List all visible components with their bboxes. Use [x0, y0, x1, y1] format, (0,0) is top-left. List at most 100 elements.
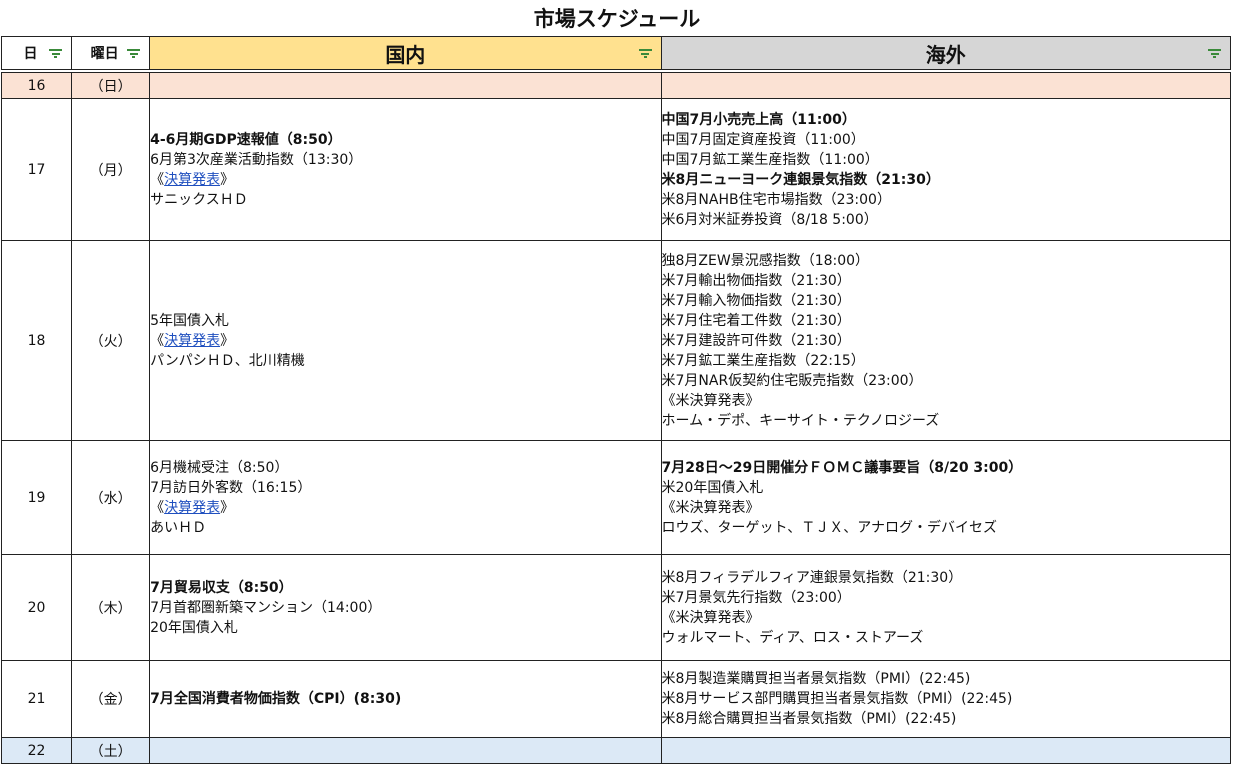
schedule-table: 日 曜日 国内 海外 16 （日） 17 （月） 4-6月期GDP速報値（8:50） 6月…: [0, 36, 1232, 764]
day-cell[interactable]: 16: [0, 72, 73, 99]
domestic-event: 7月全国消費者物価指数（CPI）(8:30): [150, 691, 402, 707]
header-weekday-label: 曜日: [90, 46, 119, 62]
earnings-link[interactable]: 決算発表: [164, 500, 220, 516]
domestic-event: 6月第3次産業活動指数（13:30）: [150, 151, 363, 168]
weekday-cell[interactable]: （水）: [71, 440, 151, 555]
domestic-event: 7月貿易収支（8:50）: [150, 579, 293, 596]
overseas-cell[interactable]: 7月28日～29日開催分ＦＯＭＣ議事要旨（8/20 3:00） 米20年国債入札《…: [660, 440, 1232, 555]
domestic-event: 4-6月期GDP速報値（8:50）: [150, 131, 342, 148]
bracket-open: 《: [150, 171, 165, 188]
filter-icon[interactable]: [127, 49, 141, 58]
domestic-cell[interactable]: 7月貿易収支（8:50） 7月首都圏新築マンション（14:00） 20年国債入札: [149, 554, 662, 661]
overseas-cell[interactable]: 米8月フィラデルフィア連銀景気指数（21:30） 米7月景気先行指数（23:00）…: [660, 554, 1232, 661]
header-domestic-label: 国内: [385, 42, 426, 67]
domestic-cell[interactable]: 6月機械受注（8:50） 7月訪日外客数（16:15） 《決算発表》 あいＨＤ: [149, 440, 662, 555]
domestic-event: 《決算発表》: [150, 331, 660, 351]
schedule-row: 16 （日）: [0, 72, 1232, 99]
overseas-event: 独8月ZEW景況感指数（18:00）: [661, 252, 870, 269]
schedule-body: 16 （日） 17 （月） 4-6月期GDP速報値（8:50） 6月第3次産業活動指数（1…: [0, 72, 1232, 764]
overseas-event: 中国7月固定資産投資（11:00）: [661, 131, 865, 148]
schedule-row: 22 （土）: [0, 737, 1232, 764]
header-weekday: 曜日: [71, 36, 151, 70]
filter-icon[interactable]: [1208, 49, 1221, 58]
earnings-link[interactable]: 決算発表: [164, 172, 220, 188]
overseas-event: 米7月景気先行指数（23:00）: [661, 589, 851, 606]
bracket-open: 《: [150, 499, 165, 516]
overseas-event: 米7月鉱工業生産指数（22:15）: [661, 352, 865, 369]
overseas-event: 米8月フィラデルフィア連銀景気指数（21:30）: [661, 569, 963, 586]
schedule-row: 17 （月） 4-6月期GDP速報値（8:50） 6月第3次産業活動指数（13:30）…: [0, 98, 1232, 241]
overseas-event: 《米決算発表》: [661, 392, 760, 409]
domestic-event: 7月首都圏新築マンション（14:00）: [150, 599, 382, 616]
overseas-event: 米7月住宅着工件数（21:30）: [661, 312, 851, 329]
overseas-event: 7月28日～29日開催分ＦＯＭＣ議事要旨（8/20 3:00）: [661, 459, 1023, 476]
overseas-event: 米8月サービス部門購買担当者景気指数（PMI）(22:45): [661, 691, 1013, 707]
day-cell[interactable]: 17: [0, 98, 73, 241]
schedule-row: 18 （火） 5年国債入札 《決算発表》 パンパシＨＤ、北川精機 独8月ZEW景況感指数（…: [0, 240, 1232, 441]
overseas-cell[interactable]: 中国7月小売売上高（11:00） 中国7月固定資産投資（11:00） 中国7月鉱工業…: [660, 98, 1232, 241]
overseas-event: 米8月ニューヨーク連銀景気指数（21:30）: [661, 171, 940, 188]
overseas-event: 米6月対米証券投資（8/18 5:00）: [661, 211, 878, 228]
domestic-event: 7月訪日外客数（16:15）: [150, 479, 312, 496]
domestic-event: 5年国債入札: [150, 312, 230, 329]
day-cell[interactable]: 22: [0, 737, 73, 764]
overseas-event: ホーム・デポ、キーサイト・テクノロジーズ: [661, 412, 940, 429]
schedule-row: 21 （金） 7月全国消費者物価指数（CPI）(8:30) 米8月製造業購買担当者景気…: [0, 660, 1232, 738]
weekday-cell[interactable]: （木）: [71, 554, 151, 661]
domestic-event: サニックスＨＤ: [150, 191, 248, 208]
domestic-event: 《決算発表》: [150, 498, 660, 518]
bracket-close: 》: [220, 499, 235, 516]
overseas-event: 米20年国債入札: [661, 479, 764, 496]
overseas-event: 中国7月鉱工業生産指数（11:00）: [661, 151, 879, 168]
day-cell[interactable]: 18: [0, 240, 73, 441]
domestic-event: 20年国債入札: [150, 619, 238, 636]
overseas-event: 《米決算発表》: [661, 499, 760, 516]
overseas-cell[interactable]: 米8月製造業購買担当者景気指数（PMI）(22:45) 米8月サービス部門購買担当…: [660, 660, 1232, 738]
domestic-cell[interactable]: [149, 72, 662, 99]
overseas-event: 米7月NAR仮契約住宅販売指数（23:00）: [661, 372, 923, 389]
weekday-cell[interactable]: （日）: [71, 72, 151, 99]
domestic-cell[interactable]: [149, 737, 662, 764]
overseas-event: 《米決算発表》: [661, 609, 760, 626]
weekday-cell[interactable]: （火）: [71, 240, 151, 441]
domestic-cell[interactable]: 4-6月期GDP速報値（8:50） 6月第3次産業活動指数（13:30） 《決算発表…: [149, 98, 662, 241]
day-cell[interactable]: 20: [0, 554, 73, 661]
domestic-cell[interactable]: 7月全国消費者物価指数（CPI）(8:30): [149, 660, 662, 738]
overseas-cell[interactable]: [660, 737, 1232, 764]
domestic-event: 6月機械受注（8:50）: [150, 459, 289, 476]
overseas-event: 米7月建設許可件数（21:30）: [661, 332, 851, 349]
bracket-close: 》: [220, 171, 235, 188]
bracket-open: 《: [150, 332, 165, 349]
overseas-event: ロウズ、ターゲット、ＴＪＸ、アナログ・デバイセズ: [661, 519, 997, 536]
header-domestic: 国内: [149, 36, 662, 70]
weekday-cell[interactable]: （月）: [71, 98, 151, 241]
domestic-event: パンパシＨＤ、北川精機: [150, 352, 305, 369]
schedule-row: 19 （水） 6月機械受注（8:50） 7月訪日外客数（16:15） 《決算発表》 あいＨ…: [0, 440, 1232, 555]
header-overseas: 海外: [660, 36, 1232, 70]
weekday-cell[interactable]: （土）: [71, 737, 151, 764]
header-day-label: 日: [23, 46, 38, 62]
overseas-event: 中国7月小売売上高（11:00）: [661, 111, 856, 128]
filter-icon[interactable]: [49, 49, 63, 58]
overseas-event: 米8月製造業購買担当者景気指数（PMI）(22:45): [661, 671, 971, 687]
bracket-close: 》: [220, 332, 235, 349]
weekday-cell[interactable]: （金）: [71, 660, 151, 738]
header-day: 日: [0, 36, 73, 70]
overseas-cell[interactable]: [660, 72, 1232, 99]
overseas-event: ウォルマート、ディア、ロス・ストアーズ: [661, 629, 924, 646]
domestic-event: あいＨＤ: [150, 519, 207, 536]
domestic-event: 《決算発表》: [150, 170, 660, 190]
overseas-event: 米7月輸出物価指数（21:30）: [661, 272, 851, 289]
overseas-event: 米7月輸入物価指数（21:30）: [661, 292, 851, 309]
header-row: 日 曜日 国内 海外: [0, 36, 1232, 70]
filter-icon[interactable]: [638, 49, 652, 58]
header-overseas-label: 海外: [925, 42, 966, 67]
page-title: 市場スケジュール: [533, 7, 701, 31]
overseas-event: 米8月NAHB住宅市場指数（23:00）: [661, 191, 891, 208]
day-cell[interactable]: 21: [0, 660, 73, 738]
domestic-cell[interactable]: 5年国債入札 《決算発表》 パンパシＨＤ、北川精機: [149, 240, 662, 441]
earnings-link[interactable]: 決算発表: [164, 333, 220, 349]
overseas-cell[interactable]: 独8月ZEW景況感指数（18:00） 米7月輸出物価指数（21:30） 米7月輸入物…: [660, 240, 1232, 441]
day-cell[interactable]: 19: [0, 440, 73, 555]
overseas-event: 米8月総合購買担当者景気指数（PMI）(22:45): [661, 711, 957, 727]
